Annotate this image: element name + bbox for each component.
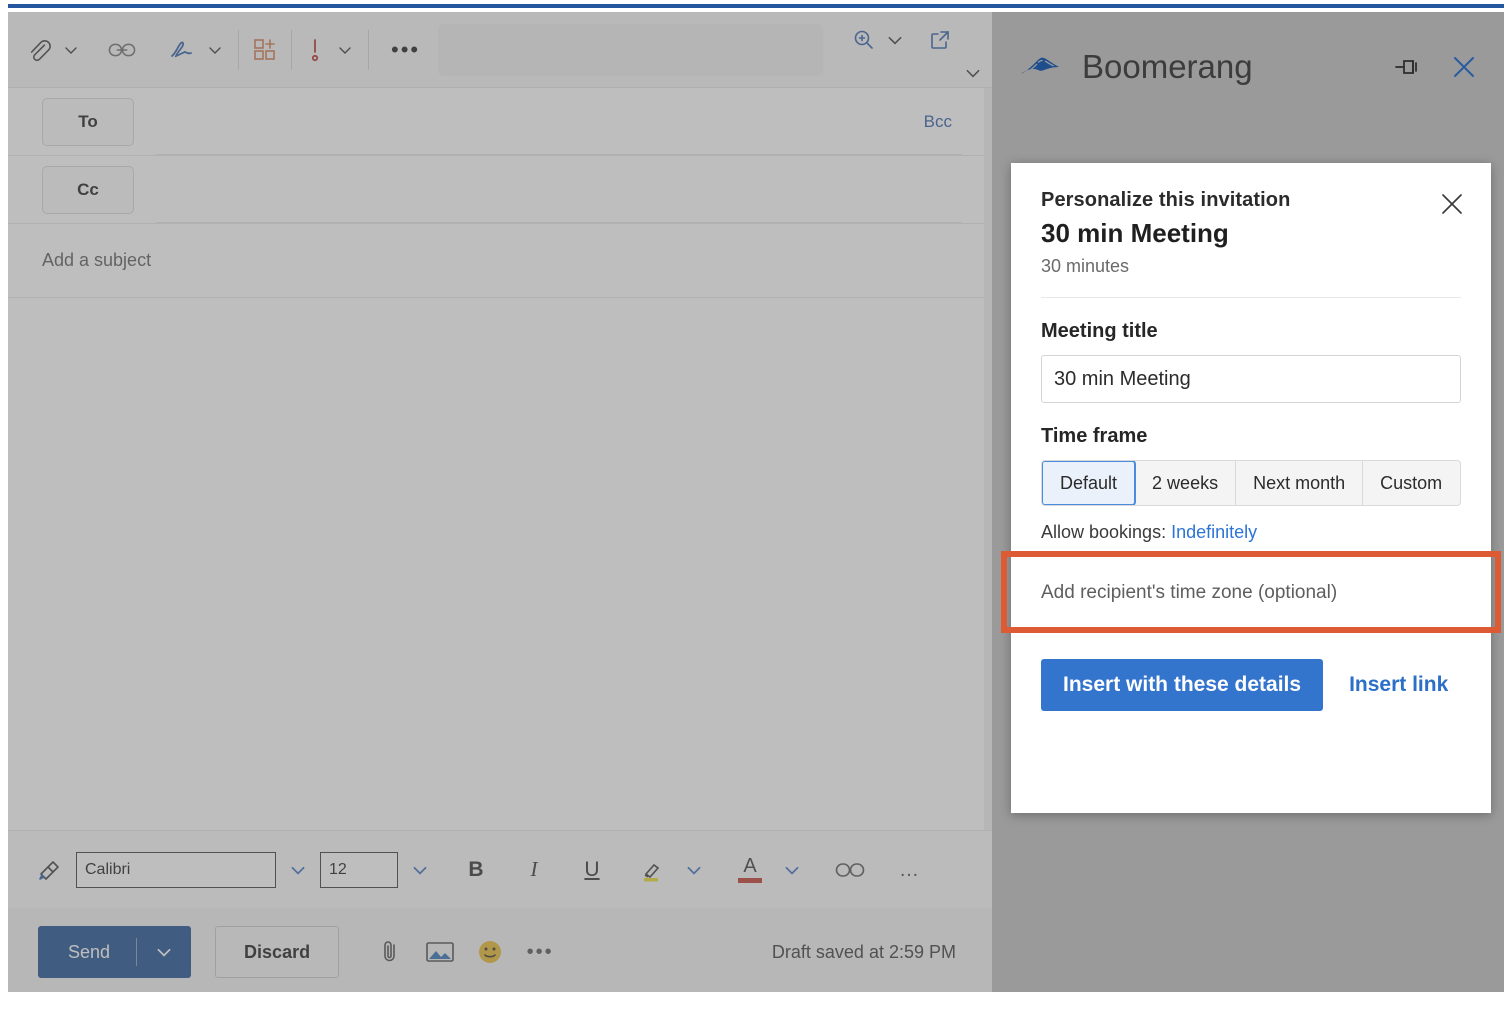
card-divider <box>1041 297 1461 298</box>
card-eyebrow: Personalize this invitation <box>1041 189 1291 211</box>
font-color-swatch <box>738 878 762 883</box>
cc-field-underline <box>156 222 962 223</box>
bold-label: B <box>468 857 484 881</box>
apps-add-icon[interactable] <box>247 28 283 72</box>
ellipsis-glyph: ••• <box>391 36 421 62</box>
discard-button[interactable]: Discard <box>215 926 340 978</box>
card-close-icon[interactable] <box>1439 191 1465 222</box>
send-button-label: Send <box>68 941 111 962</box>
importance-icon[interactable] <box>300 28 330 72</box>
cc-field-row[interactable]: Cc <box>8 156 992 224</box>
timezone-field-wrapper: Add recipient's time zone (optional) <box>1001 551 1501 633</box>
font-size-input[interactable]: 12 <box>320 851 398 888</box>
attach-icon[interactable] <box>22 28 56 72</box>
boomerang-brand: Boomerang <box>1020 48 1253 86</box>
bcc-link[interactable]: Bcc <box>924 112 952 132</box>
card-title: 30 min Meeting <box>1041 218 1229 248</box>
cc-button[interactable]: Cc <box>42 165 134 214</box>
highlight-icon[interactable] <box>632 848 672 892</box>
format-painter-icon[interactable] <box>30 848 70 892</box>
toolbar-separator <box>368 29 369 70</box>
font-name-input[interactable]: Calibri <box>76 851 276 888</box>
more-commands-icon[interactable]: ••• <box>377 28 434 72</box>
mail-compose-pane: ••• To Bcc Cc Add a subject Calibri 12 B… <box>8 12 992 992</box>
to-field-underline <box>156 154 962 155</box>
send-button[interactable]: Send <box>38 926 192 978</box>
send-bar-icons: ••• <box>369 931 561 973</box>
italic-button[interactable]: I <box>514 848 554 892</box>
insert-link-button[interactable]: Insert link <box>1349 673 1448 697</box>
outlook-window: ••• To Bcc Cc Add a subject Calibri 12 B… <box>8 4 1504 992</box>
meeting-title-input[interactable]: 30 min Meeting <box>1041 355 1461 403</box>
insert-link-icon[interactable] <box>830 848 870 892</box>
font-size-chevron-down-icon[interactable] <box>400 848 440 892</box>
format-more-label: … <box>899 858 921 881</box>
time-frame-option-custom[interactable]: Custom <box>1363 461 1460 505</box>
send-more-label: ••• <box>526 941 554 963</box>
toolbar-separator <box>238 29 239 70</box>
card-actions: Insert with these details Insert link <box>1041 659 1461 711</box>
send-bar: Send Discard ••• Draft saved at 2:59 PM <box>8 908 992 992</box>
command-search-box[interactable] <box>438 24 823 76</box>
time-frame-option-next-month[interactable]: Next month <box>1236 461 1364 505</box>
send-more-icon[interactable]: ••• <box>519 931 561 973</box>
boomerang-brand-name: Boomerang <box>1082 48 1253 85</box>
signature-icon[interactable] <box>162 28 200 72</box>
compose-toolbar-right <box>852 28 952 52</box>
close-panel-icon[interactable] <box>1450 53 1478 81</box>
time-frame-segmented-control: Default 2 weeks Next month Custom <box>1041 460 1461 506</box>
time-frame-option-2-weeks[interactable]: 2 weeks <box>1135 461 1237 505</box>
popout-window-icon[interactable] <box>928 28 952 52</box>
time-frame-option-default[interactable]: Default <box>1042 461 1137 505</box>
font-color-label: A <box>743 855 757 877</box>
compose-command-toolbar: ••• <box>8 12 992 88</box>
zoom-chevron-down-icon[interactable] <box>886 31 904 49</box>
card-duration: 30 minutes <box>1041 256 1130 276</box>
underline-button[interactable]: U <box>572 848 612 892</box>
font-color-chevron-down-icon[interactable] <box>772 848 812 892</box>
pin-icon[interactable] <box>1392 54 1422 80</box>
insert-picture-icon[interactable] <box>419 931 461 973</box>
format-toolbar: Calibri 12 B I U A … <box>8 830 992 908</box>
time-frame-label: Time frame <box>1041 425 1148 447</box>
timezone-input[interactable]: Add recipient's time zone (optional) <box>1011 565 1491 621</box>
boomerang-panel-header: Boomerang <box>992 12 1504 122</box>
font-name-chevron-down-icon[interactable] <box>278 848 318 892</box>
compose-scrollbar[interactable] <box>984 88 992 908</box>
message-body-editor[interactable] <box>8 382 992 822</box>
link-icon[interactable] <box>104 28 140 72</box>
font-color-icon[interactable]: A <box>730 848 770 892</box>
subject-input[interactable]: Add a subject <box>8 224 992 298</box>
panel-header-actions <box>1392 53 1478 81</box>
allow-bookings-value-link[interactable]: Indefinitely <box>1171 522 1257 542</box>
toolbar-separator <box>291 29 292 70</box>
toolbar-expand-chevron-icon[interactable] <box>964 64 982 87</box>
bold-button[interactable]: B <box>456 848 496 892</box>
insert-with-details-button[interactable]: Insert with these details <box>1041 659 1324 711</box>
to-button[interactable]: To <box>42 97 134 146</box>
signature-chevron-down-icon[interactable] <box>200 28 230 72</box>
to-field-row[interactable]: To Bcc <box>8 88 992 156</box>
send-options-chevron-down-icon[interactable] <box>137 943 191 961</box>
boomerang-panel: Boomerang Personalize this invitation 30… <box>992 12 1504 992</box>
underline-label: U <box>584 857 600 881</box>
screenshot-root: ••• To Bcc Cc Add a subject Calibri 12 B… <box>0 0 1512 1012</box>
emoji-icon[interactable] <box>469 931 511 973</box>
italic-label: I <box>530 857 538 881</box>
highlight-chevron-down-icon[interactable] <box>674 848 714 892</box>
draft-status-text: Draft saved at 2:59 PM <box>771 941 956 962</box>
zoom-in-icon[interactable] <box>852 28 876 52</box>
importance-chevron-down-icon[interactable] <box>330 28 360 72</box>
attach-file-icon[interactable] <box>369 931 411 973</box>
boomerang-logo-icon <box>1020 52 1066 83</box>
allow-bookings-line: Allow bookings: Indefinitely <box>1041 522 1461 543</box>
format-more-icon[interactable]: … <box>890 848 930 892</box>
attach-chevron-down-icon[interactable] <box>56 28 86 72</box>
meeting-title-label: Meeting title <box>1041 320 1158 342</box>
personalize-invitation-card: Personalize this invitation 30 min Meeti… <box>1001 163 1501 813</box>
allow-bookings-prefix: Allow bookings: <box>1041 522 1172 542</box>
